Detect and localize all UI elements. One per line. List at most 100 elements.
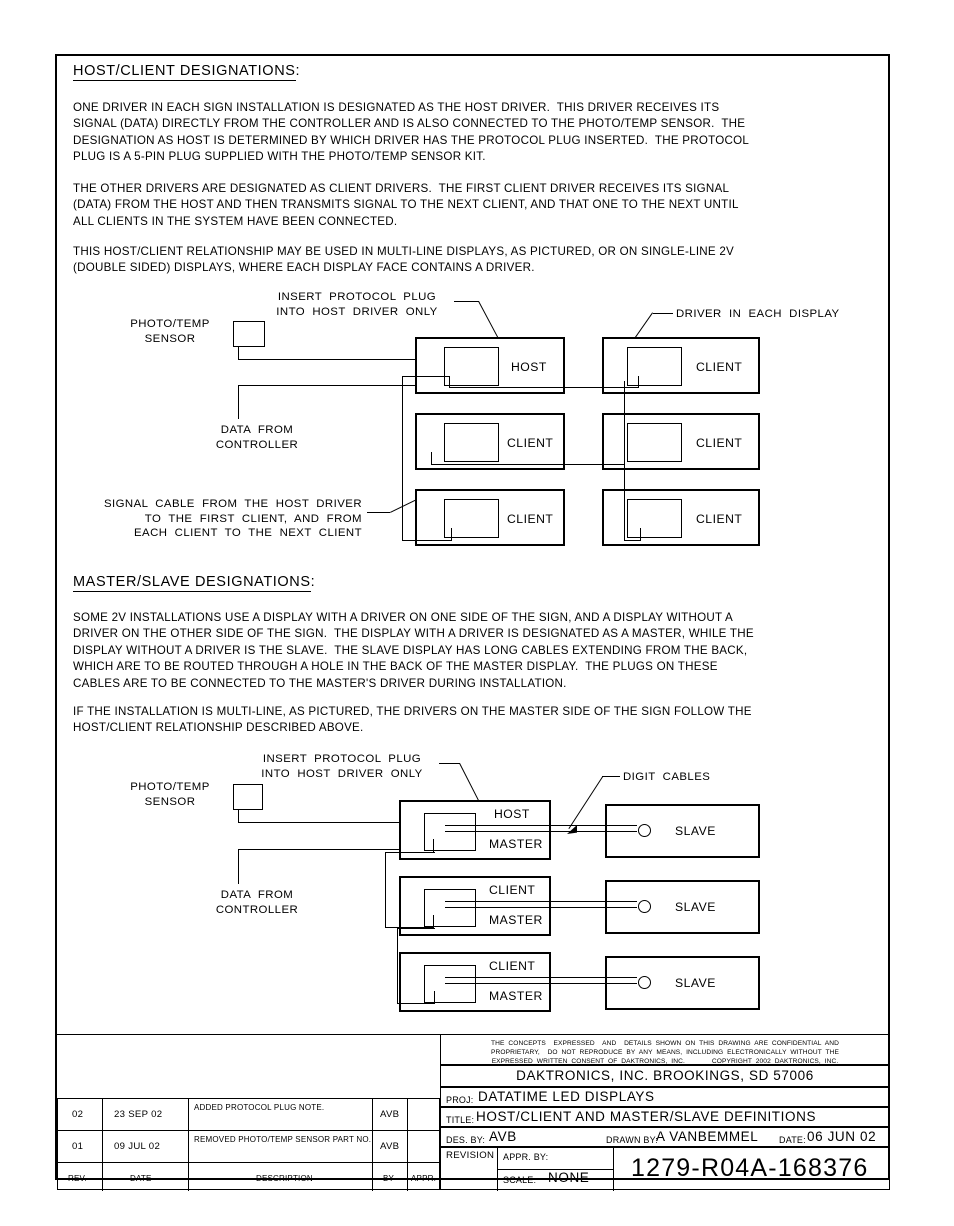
revision-row-02-date: 23 SEP 02 [114, 1109, 163, 1120]
revision-row-01-by: AVB [380, 1141, 400, 1152]
proj-label: PROJ: [446, 1095, 474, 1105]
host-client-paragraph-2: THE OTHER DRIVERS ARE DESIGNATED AS CLIE… [73, 182, 739, 228]
sensor2-wire-across [238, 822, 432, 824]
display-label-host: HOST [511, 360, 547, 374]
chain-left-spine [402, 376, 404, 541]
drawing-frame: HOST/CLIENT DESIGNATIONS: ONE DRIVER IN … [55, 54, 890, 1191]
des-by-label: DES. BY: [446, 1135, 486, 1145]
callout-photo-temp-sensor: PHOTO/TEMP SENSOR [130, 318, 210, 345]
protocol-plug-symbol [453, 361, 457, 369]
driver-box-client-master-2 [424, 889, 476, 927]
chain2-spine-1 [385, 852, 387, 928]
display-label-master-1: MASTER [489, 837, 543, 851]
display-label-client-l3: CLIENT [507, 512, 554, 526]
display-box-slave-2[interactable]: SLAVE [605, 880, 760, 934]
signal-cable-arrowhead [420, 492, 430, 501]
leader-driver-display-h [653, 313, 673, 315]
chain2-to-row2 [385, 927, 433, 929]
display-box-client-master-2[interactable]: CLIENT MASTER [399, 876, 551, 936]
display-label-client-3: CLIENT [489, 959, 536, 973]
digit-cable-1a [445, 825, 637, 827]
leader-signal-cable-diag [390, 495, 425, 513]
date-value: 06 JUN 02 [807, 1129, 877, 1144]
revision-row-01-description: REMOVED PHOTO/TEMP SENSOR PART NO. [194, 1135, 372, 1144]
slave-connector-1 [638, 824, 651, 837]
driver-box-client-master-3 [424, 965, 476, 1003]
chain2-row2-in-v [433, 915, 435, 928]
leader-protocol-plug-h [454, 301, 479, 303]
display-box-client-master-3[interactable]: CLIENT MASTER [399, 952, 551, 1012]
controller-wire-h [238, 385, 463, 387]
slave-connector-2 [638, 900, 651, 913]
leader-digit-cables-h [602, 776, 620, 778]
chain2-host-out-h [385, 852, 435, 854]
callout2-photo-temp-sensor: PHOTO/TEMP SENSOR [130, 781, 210, 808]
drawn-by-label: DRAWN BY: [606, 1135, 658, 1145]
confidential-notice-text: THE CONCEPTS EXPRESSED AND DETAILS SHOWN… [491, 1040, 839, 1066]
display-box-client-l3[interactable]: CLIENT [415, 489, 565, 546]
revision-header-appr: APPR. [411, 1174, 437, 1183]
title-row: TITLE: HOST/CLIENT AND MASTER/SLAVE DEFI… [440, 1106, 890, 1128]
display-box-slave-1[interactable]: SLAVE [605, 804, 760, 858]
master-slave-paragraph-1: SOME 2V INSTALLATIONS USE A DISPLAY WITH… [73, 611, 754, 690]
display-box-client-r3[interactable]: CLIENT [602, 489, 760, 546]
revision-header-date: DATE [130, 1174, 152, 1183]
proj-value: DATATIME LED DISPLAYS [478, 1089, 655, 1104]
callout-digit-cables: DIGIT CABLES [623, 771, 711, 783]
leader-signal-cable-h [367, 512, 390, 514]
photo-temp-sensor-box-2 [233, 784, 263, 810]
des-drawn-date-row: DES. BY: AVB DRAWN BY: A VANBEMMEL DATE:… [440, 1126, 890, 1148]
title-value: HOST/CLIENT AND MASTER/SLAVE DEFINITIONS [476, 1109, 817, 1124]
chain-right-spine [624, 456, 626, 541]
callout2-insert-protocol-plug: INSERT PROTOCOL PLUG INTO HOST DRIVER ON… [261, 753, 423, 780]
section-host-client-heading: HOST/CLIENT DESIGNATIONS: [73, 63, 300, 81]
digit-cable-3a [445, 977, 637, 979]
leader2-protocol-plug-h [439, 763, 460, 765]
driver-box-host-master [424, 813, 476, 851]
section-master-slave-heading-text: MASTER/SLAVE DESIGNATIONS [73, 574, 311, 592]
revision-label: REVISION [446, 1150, 495, 1161]
display-box-host-master[interactable]: HOST MASTER [399, 800, 551, 860]
rev-col-div-3 [372, 1099, 374, 1191]
display-box-client-l2[interactable]: CLIENT [415, 413, 565, 470]
revision-header-description: DESCRIPTION [256, 1174, 313, 1183]
leader-driver-display-diag [626, 312, 653, 350]
company-text: DAKTRONICS, INC. BROOKINGS, SD 57006 [516, 1068, 814, 1083]
digit-cable-2b [445, 907, 637, 909]
chain2-spine-2 [397, 928, 399, 1004]
section-host-client-heading-text: HOST/CLIENT DESIGNATIONS [73, 63, 296, 81]
sensor2-wire-down [238, 810, 240, 823]
display-box-client-r1[interactable]: CLIENT [602, 337, 760, 394]
chain-r1-in-v [638, 376, 640, 388]
leader-digit-cables-diag [568, 776, 603, 829]
chain-l3-in-v [451, 528, 453, 541]
chain2-row3-in-v [434, 991, 436, 1004]
proj-row: PROJ: DATATIME LED DISPLAYS [440, 1086, 890, 1108]
company-box: DAKTRONICS, INC. BROOKINGS, SD 57006 [440, 1064, 890, 1088]
digit-cable-1b [445, 831, 637, 833]
driver-box-client-r1 [627, 347, 682, 386]
revision-row-01-date: 09 JUL 02 [114, 1141, 161, 1152]
revision-row-02-by: AVB [380, 1109, 400, 1120]
drawn-by-value: A VANBEMMEL [656, 1129, 759, 1144]
drawing-number: 1279-R04A-168376 [631, 1154, 869, 1182]
chain-host-to-r1 [449, 387, 639, 389]
callout-data-from-controller: DATA FROM CONTROLLER [215, 424, 299, 451]
display-box-client-r2[interactable]: CLIENT [602, 413, 760, 470]
revision-row-02-description: ADDED PROTOCOL PLUG NOTE. [194, 1103, 325, 1112]
display-box-host[interactable]: HOST [415, 337, 565, 394]
sensor-wire-across [238, 359, 450, 361]
display-box-slave-3[interactable]: SLAVE [605, 956, 760, 1010]
chain-r1-to-l2 [431, 464, 625, 466]
section-master-slave-heading-colon: : [310, 574, 316, 590]
scale-value: NONE [548, 1170, 590, 1185]
protocol-plug-arrowhead [453, 348, 458, 362]
display-label-client-2: CLIENT [489, 883, 536, 897]
callout-insert-protocol-plug: INSERT PROTOCOL PLUG INTO HOST DRIVER ON… [276, 291, 438, 318]
bottom-row-div-2 [613, 1147, 615, 1191]
bottom-title-row: REVISION APPR. BY: SCALE: NONE 1279-R04A… [440, 1146, 890, 1191]
confidential-notice-box: THE CONCEPTS EXPRESSED AND DETAILS SHOWN… [440, 1034, 890, 1066]
section-master-slave-heading: MASTER/SLAVE DESIGNATIONS: [73, 574, 316, 592]
revision-header-rev: REV. [68, 1174, 87, 1183]
slave-connector-3 [638, 976, 651, 989]
